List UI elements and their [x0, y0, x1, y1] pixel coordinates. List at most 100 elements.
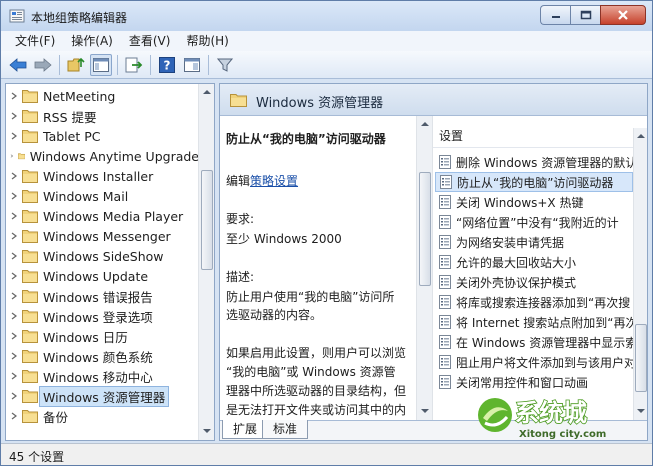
tree-item-label: 备份 [43, 409, 69, 425]
tree-item[interactable]: Tablet PC [6, 126, 199, 146]
tree-item-label: Windows Anytime Upgrade [29, 148, 199, 164]
menu-view[interactable]: 查看(V) [121, 31, 179, 51]
tree-scrollbar[interactable] [198, 84, 214, 440]
folder-icon [22, 190, 38, 203]
edit-policy-link[interactable]: 策略设置 [250, 174, 298, 188]
description-scroll-thumb[interactable] [419, 172, 431, 286]
settings-scrollbar[interactable] [633, 128, 647, 420]
expand-arrow-icon[interactable] [10, 412, 18, 420]
expand-arrow-icon[interactable] [10, 252, 18, 260]
menu-action[interactable]: 操作(A) [63, 31, 121, 51]
expand-arrow-icon[interactable] [10, 112, 18, 120]
policy-setting-icon [439, 275, 451, 289]
group-policy-editor-window: 本地组策略编辑器 文件(F) 操作(A) 查看(V) 帮助(H) ? NetMe… [0, 0, 653, 466]
tree-item[interactable]: Windows Mail [6, 186, 199, 206]
tree-item-label: Tablet PC [43, 128, 101, 144]
policy-setting-icon [439, 235, 451, 249]
tree-item-label: Windows 登录选项 [43, 309, 153, 325]
description-body: “我的电脑”或 Windows 资源管 [226, 365, 396, 379]
export-list-button[interactable] [123, 54, 145, 76]
tree-item[interactable]: Windows 错误报告 [6, 286, 199, 306]
tree-item[interactable]: Windows SideShow [6, 246, 199, 266]
description-scrollbar[interactable] [416, 116, 432, 420]
title-bar: 本地组策略编辑器 [1, 1, 652, 31]
properties-view-button[interactable] [181, 54, 203, 76]
setting-row[interactable]: 将库或搜索连接器添加到“再次搜 [435, 292, 633, 312]
toolbar-separator [117, 54, 118, 75]
setting-row[interactable]: 阻止用户将文件添加到与该用户对 [435, 352, 633, 372]
expand-arrow-icon[interactable] [10, 392, 18, 400]
tree-item[interactable]: Windows Messenger [6, 226, 199, 246]
settings-column-header[interactable]: 设置 [433, 124, 633, 148]
setting-label: 为网络安装申请凭据 [456, 235, 565, 250]
setting-row[interactable]: 允许的最大回收站大小 [435, 252, 633, 272]
tree-item[interactable]: RSS 提要 [6, 106, 199, 126]
close-button[interactable] [600, 5, 646, 25]
tree-item-label: Windows 日历 [43, 329, 128, 345]
setting-row[interactable]: 防止从“我的电脑”访问驱动器 [435, 172, 633, 192]
setting-row[interactable]: 关闭常用控件和窗口动画 [435, 372, 633, 392]
tree-item[interactable]: Windows Installer [6, 166, 199, 186]
tree-scroll-thumb[interactable] [201, 170, 213, 270]
tree-item[interactable]: Windows 登录选项 [6, 306, 199, 326]
setting-row[interactable]: 将 Internet 搜索站点附加到“再次 [435, 312, 633, 332]
back-button[interactable] [7, 54, 29, 76]
tree-item[interactable]: Windows 资源管理器 [6, 385, 199, 407]
setting-row[interactable]: 关闭外壳协议保护模式 [435, 272, 633, 292]
maximize-button[interactable] [570, 5, 600, 25]
expand-arrow-icon[interactable] [10, 372, 18, 380]
expand-arrow-icon[interactable] [10, 272, 18, 280]
tree-item[interactable]: Windows 移动中心 [6, 366, 199, 386]
expand-arrow-icon[interactable] [10, 152, 14, 160]
scroll-down-icon [421, 409, 429, 413]
tree-item[interactable]: Windows 颜色系统 [6, 346, 199, 366]
expand-arrow-icon[interactable] [10, 232, 18, 240]
setting-label: 将库或搜索连接器添加到“再次搜 [456, 295, 631, 310]
forward-button[interactable] [32, 54, 54, 76]
setting-row[interactable]: “网络位置”中没有“我附近的计 [435, 212, 633, 232]
policy-setting-icon [439, 215, 451, 229]
setting-label: 阻止用户将文件添加到与该用户对 [456, 355, 633, 370]
tree-item-label: Windows 错误报告 [43, 289, 153, 305]
description-body: 理器中所选驱动器的目录结构，但 [226, 384, 407, 398]
expand-arrow-icon[interactable] [10, 192, 18, 200]
toolbar-separator [150, 54, 151, 75]
menu-help[interactable]: 帮助(H) [178, 31, 236, 51]
tree-item[interactable]: Windows Media Player [6, 206, 199, 226]
tree-item[interactable]: Windows Anytime Upgrade [6, 146, 199, 166]
close-icon [618, 10, 628, 20]
tab-standard[interactable]: 标准 [262, 420, 309, 439]
expand-arrow-icon[interactable] [10, 312, 18, 320]
tree-item[interactable]: Windows 日历 [6, 326, 199, 346]
setting-row[interactable]: 为网络安装申请凭据 [435, 232, 633, 252]
expand-arrow-icon[interactable] [10, 212, 18, 220]
policy-description: 防止从“我的电脑”访问驱动器 编辑策略设置 要求: 至少 Windows 200… [220, 116, 416, 420]
settings-scroll-thumb[interactable] [635, 324, 647, 392]
expand-arrow-icon[interactable] [10, 352, 18, 360]
tree-item[interactable]: 备份 [6, 406, 199, 426]
window-title: 本地组策略编辑器 [31, 11, 128, 25]
setting-row[interactable]: 删除 Windows 资源管理器的默认 [435, 152, 633, 172]
settings-list: 设置 删除 Windows 资源管理器的默认 防止从“我的电脑”访问驱动器 关闭 W… [432, 116, 647, 420]
help-button[interactable]: ? [156, 54, 178, 76]
folder-icon [17, 153, 25, 160]
expand-arrow-icon[interactable] [10, 332, 18, 340]
menu-file[interactable]: 文件(F) [7, 31, 63, 51]
edit-prefix: 编辑 [226, 174, 251, 188]
expand-arrow-icon[interactable] [10, 292, 18, 300]
tree-item-label: Windows 颜色系统 [43, 349, 153, 365]
tree-item[interactable]: Windows Update [6, 266, 199, 286]
setting-row[interactable]: 关闭 Windows+X 热键 [435, 192, 633, 212]
expand-arrow-icon[interactable] [10, 132, 18, 140]
expand-arrow-icon[interactable] [10, 92, 18, 100]
folder-icon [22, 170, 38, 183]
minimize-button[interactable] [540, 5, 570, 25]
filter-button[interactable] [214, 54, 236, 76]
setting-row[interactable]: 在 Windows 资源管理器中显示索 [435, 332, 633, 352]
expand-arrow-icon[interactable] [10, 172, 18, 180]
svg-text:?: ? [164, 58, 171, 72]
show-hide-tree-button[interactable] [90, 53, 112, 76]
up-level-button[interactable] [65, 54, 87, 76]
tree-item[interactable]: NetMeeting [6, 86, 199, 106]
status-text: 45 个设置 [9, 450, 65, 464]
